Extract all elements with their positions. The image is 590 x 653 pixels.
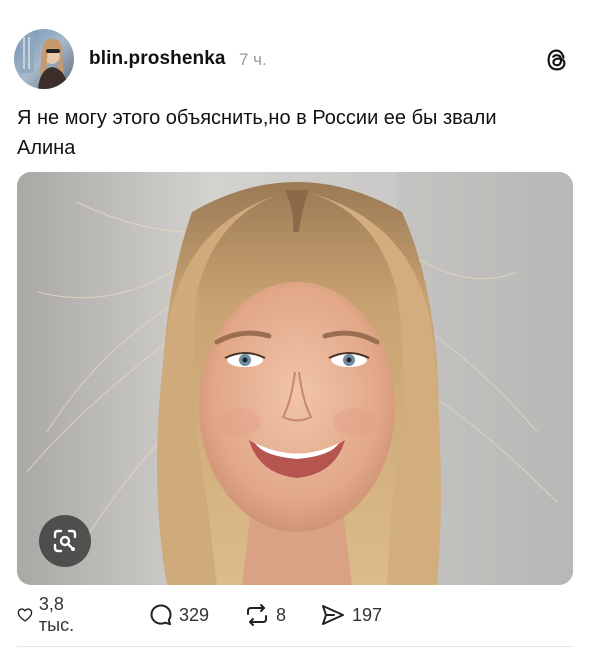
avatar[interactable] <box>14 29 74 89</box>
send-icon <box>322 605 344 625</box>
username[interactable]: blin.proshenka <box>89 48 226 70</box>
post-text: Я не могу этого объяснить,но в России ее… <box>17 107 497 159</box>
post-card: blin.proshenka 7 ч. Я не могу этого объя… <box>0 0 590 653</box>
likes-count: 3,8 тыс. <box>38 594 75 635</box>
post-time: 7 ч. <box>239 50 267 69</box>
comments-count: 329 <box>179 604 210 625</box>
shares-count: 197 <box>352 604 383 625</box>
like-button[interactable]: 3,8 тыс. <box>17 594 82 635</box>
threads-logo-icon[interactable] <box>544 47 570 73</box>
repost-button[interactable]: 8 <box>244 600 286 630</box>
comment-bubble-icon <box>150 604 172 626</box>
share-button[interactable]: 197 <box>320 600 382 630</box>
comment-button[interactable]: 329 <box>149 600 209 630</box>
repost-icon <box>247 604 267 626</box>
visual-search-icon[interactable] <box>39 515 91 567</box>
divider <box>17 646 573 647</box>
post-photo[interactable] <box>17 172 573 585</box>
reposts-count: 8 <box>276 604 287 625</box>
heart-icon <box>17 608 33 622</box>
